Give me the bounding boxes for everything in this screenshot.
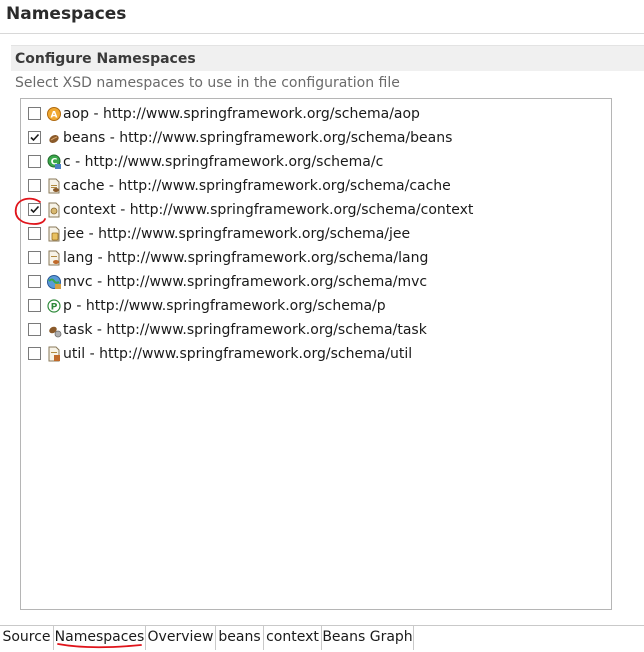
svg-text:P: P [51, 303, 58, 313]
svg-text:A: A [51, 111, 58, 121]
tab-context[interactable]: context [264, 626, 322, 650]
aop-icon: A [47, 107, 61, 121]
namespace-item-cache[interactable]: cache - http://www.springframework.org/s… [25, 175, 605, 199]
namespace-label: beans - http://www.springframework.org/s… [63, 130, 453, 146]
tab-overview[interactable]: Overview [146, 626, 216, 650]
header-divider [0, 33, 644, 34]
section-title: Configure Namespaces [15, 51, 196, 67]
namespace-label: mvc - http://www.springframework.org/sch… [63, 274, 428, 290]
namespace-item-task[interactable]: task - http://www.springframework.org/sc… [25, 319, 605, 343]
namespace-label: jee - http://www.springframework.org/sch… [63, 226, 411, 242]
namespace-list[interactable]: A aop - http://www.springframework.org/s… [20, 98, 612, 610]
namespace-item-mvc[interactable]: mvc - http://www.springframework.org/sch… [25, 271, 605, 295]
editor-tab-bar: Source Namespaces Overview beans context… [0, 625, 644, 652]
namespace-checkbox-context[interactable] [28, 203, 41, 216]
editor-header: Namespaces [0, 0, 644, 32]
checkmark-icon [30, 133, 40, 142]
mvc-icon [47, 275, 61, 289]
beans-icon [49, 135, 59, 143]
context-icon [48, 202, 60, 218]
util-icon [48, 346, 60, 362]
namespace-label: c - http://www.springframework.org/schem… [63, 154, 384, 170]
namespace-item-beans[interactable]: beans - http://www.springframework.org/s… [25, 127, 605, 151]
namespace-label: cache - http://www.springframework.org/s… [63, 178, 451, 194]
section-header-bar: Configure Namespaces [11, 45, 644, 71]
jee-icon [48, 226, 60, 242]
checkmark-icon [30, 205, 40, 214]
tab-source[interactable]: Source [0, 626, 54, 650]
namespace-item-aop[interactable]: A aop - http://www.springframework.org/s… [25, 103, 605, 127]
task-icon [49, 326, 62, 338]
namespace-label: util - http://www.springframework.org/sc… [63, 346, 413, 362]
section-description: Select XSD namespaces to use in the conf… [15, 75, 400, 91]
namespace-item-context[interactable]: context - http://www.springframework.org… [25, 199, 605, 223]
tab-beans-graph[interactable]: Beans Graph [322, 626, 414, 650]
namespace-checkbox-aop[interactable] [28, 107, 41, 120]
namespace-checkbox-cache[interactable] [28, 179, 41, 192]
lang-icon [48, 250, 60, 266]
namespace-checkbox-task[interactable] [28, 323, 41, 336]
namespace-checkbox-jee[interactable] [28, 227, 41, 240]
namespace-checkbox-util[interactable] [28, 347, 41, 360]
namespace-checkbox-c[interactable] [28, 155, 41, 168]
tab-namespaces[interactable]: Namespaces [54, 626, 146, 650]
namespace-label: aop - http://www.springframework.org/sch… [63, 106, 420, 122]
tab-beans[interactable]: beans [216, 626, 264, 650]
p-namespace-icon: P [47, 299, 61, 313]
namespace-item-jee[interactable]: jee - http://www.springframework.org/sch… [25, 223, 605, 247]
cache-icon [48, 178, 60, 194]
namespace-label: task - http://www.springframework.org/sc… [63, 322, 427, 338]
namespace-checkbox-mvc[interactable] [28, 275, 41, 288]
namespace-label: p - http://www.springframework.org/schem… [63, 298, 386, 314]
namespace-item-c[interactable]: C c - http://www.springframework.org/sch… [25, 151, 605, 175]
namespace-label: context - http://www.springframework.org… [63, 202, 474, 218]
namespace-checkbox-lang[interactable] [28, 251, 41, 264]
page-title: Namespaces [6, 4, 127, 24]
namespace-checkbox-p[interactable] [28, 299, 41, 312]
namespace-label: lang - http://www.springframework.org/sc… [63, 250, 429, 266]
c-namespace-icon: C [47, 154, 61, 169]
namespace-item-lang[interactable]: lang - http://www.springframework.org/sc… [25, 247, 605, 271]
namespace-item-p[interactable]: P p - http://www.springframework.org/sch… [25, 295, 605, 319]
namespace-item-util[interactable]: util - http://www.springframework.org/sc… [25, 343, 605, 367]
namespace-checkbox-beans[interactable] [28, 131, 41, 144]
